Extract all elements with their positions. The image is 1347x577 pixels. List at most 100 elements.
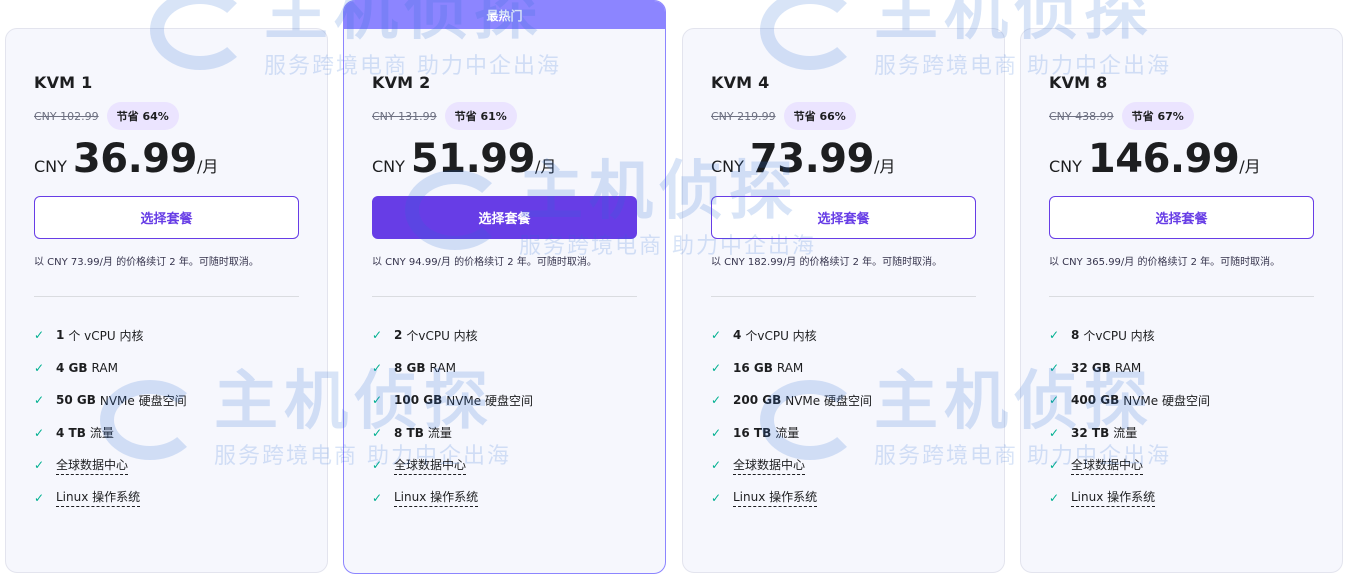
price-row: CNY 131.99 节省 61% — [372, 102, 637, 130]
feature-item: ✓ 200 GB NVMe 硬盘空间 — [711, 393, 872, 408]
check-icon: ✓ — [372, 360, 383, 375]
check-icon: ✓ — [711, 328, 722, 343]
feature-item-datacenters[interactable]: ✓ 全球数据中心 — [1049, 449, 1314, 482]
feature-item-os[interactable]: ✓ Linux 操作系统 — [372, 482, 637, 515]
check-icon: ✓ — [34, 328, 45, 343]
price-currency: CNY — [1049, 157, 1082, 176]
plan-card-body: KVM 8 CNY 438.99 节省 67% CNY 146.99 /月 选择… — [1049, 73, 1314, 514]
feature-item-os[interactable]: ✓ Linux 操作系统 — [711, 482, 976, 515]
old-price: CNY 219.99 — [711, 109, 776, 123]
check-icon: ✓ — [372, 490, 383, 505]
plan-name: KVM 4 — [711, 73, 770, 92]
check-icon: ✓ — [34, 490, 45, 505]
feature-item-datacenters[interactable]: ✓ 全球数据中心 — [372, 449, 637, 482]
check-icon: ✓ — [1049, 490, 1060, 505]
feature-list: ✓ 8 个vCPU 内核 ✓ 32 GB RAM ✓ 400 GB NVMe 硬盘空间 ✓ 3… — [1049, 319, 1314, 514]
feature-item: ✓ 2 个vCPU 内核 — [372, 328, 478, 343]
current-price: CNY 51.99 /月 — [372, 136, 637, 182]
select-plan-button[interactable]: 选择套餐 — [34, 196, 299, 239]
select-plan-button[interactable]: 选择套餐 — [1049, 196, 1314, 239]
check-icon: ✓ — [1049, 458, 1060, 473]
plan-name: KVM 1 — [34, 73, 93, 92]
check-icon: ✓ — [1049, 393, 1060, 408]
feature-list: ✓ 1 个 vCPU 内核 ✓ 4 GB RAM ✓ 50 GB NVMe 硬盘空间 ✓ 4 … — [34, 319, 299, 514]
price-period: /月 — [873, 157, 896, 176]
current-price: CNY 73.99 /月 — [711, 136, 976, 182]
price-currency: CNY — [372, 157, 405, 176]
current-price: CNY 146.99 /月 — [1049, 136, 1314, 182]
plan-card-body: KVM 2 CNY 131.99 节省 61% CNY 51.99 /月 选择套… — [372, 73, 637, 514]
check-icon: ✓ — [372, 393, 383, 408]
plan-card-body: KVM 4 CNY 219.99 节省 66% CNY 73.99 /月 选择套… — [711, 73, 976, 514]
divider — [1049, 296, 1314, 297]
discount-badge: 节省 67% — [1121, 102, 1194, 130]
feature-item-os[interactable]: ✓ Linux 操作系统 — [1049, 482, 1314, 515]
discount-badge: 节省 66% — [783, 102, 856, 130]
select-plan-button[interactable]: 选择套餐 — [372, 196, 637, 239]
divider — [34, 296, 299, 297]
check-icon: ✓ — [711, 490, 722, 505]
check-icon: ✓ — [372, 458, 383, 473]
check-icon: ✓ — [711, 458, 722, 473]
divider — [372, 296, 637, 297]
plan-card-kvm8: KVM 8 CNY 438.99 节省 67% CNY 146.99 /月 选择… — [1020, 28, 1343, 573]
renewal-note: 以 CNY 365.99/月 的价格续订 2 年。可随时取消。 — [1049, 257, 1281, 268]
plan-card-body: KVM 1 CNY 102.99 节省 64% CNY 36.99 /月 选择套… — [34, 73, 299, 514]
select-plan-button[interactable]: 选择套餐 — [711, 196, 976, 239]
feature-item: ✓ 32 TB 流量 — [1049, 425, 1138, 441]
price-row: CNY 102.99 节省 64% — [34, 102, 299, 130]
feature-list: ✓ 4 个vCPU 内核 ✓ 16 GB RAM ✓ 200 GB NVMe 硬盘空间 ✓ 1… — [711, 319, 976, 514]
plan-name: KVM 2 — [372, 73, 431, 92]
feature-item: ✓ 100 GB NVMe 硬盘空间 — [372, 393, 533, 408]
price-amount: 51.99 — [410, 136, 536, 182]
feature-item: ✓ 16 GB RAM — [711, 360, 804, 375]
feature-item-os[interactable]: ✓ Linux 操作系统 — [34, 482, 299, 515]
check-icon: ✓ — [711, 393, 722, 408]
check-icon: ✓ — [34, 393, 45, 408]
feature-item: ✓ 4 个vCPU 内核 — [711, 328, 817, 343]
discount-badge: 节省 61% — [444, 102, 517, 130]
price-currency: CNY — [34, 157, 67, 176]
feature-item: ✓ 4 GB RAM — [34, 360, 118, 375]
price-amount: 36.99 — [72, 136, 198, 182]
feature-item: ✓ 8 GB RAM — [372, 360, 456, 375]
check-icon: ✓ — [1049, 360, 1060, 375]
check-icon: ✓ — [1049, 328, 1060, 343]
feature-item: ✓ 1 个 vCPU 内核 — [34, 328, 144, 343]
feature-item: ✓ 50 GB NVMe 硬盘空间 — [34, 393, 187, 408]
check-icon: ✓ — [372, 328, 383, 343]
plan-card-kvm1: KVM 1 CNY 102.99 节省 64% CNY 36.99 /月 选择套… — [5, 28, 328, 573]
check-icon: ✓ — [372, 425, 383, 440]
feature-item: ✓ 32 GB RAM — [1049, 360, 1142, 375]
plan-card-kvm2: 最热门 KVM 2 CNY 131.99 节省 61% CNY 51.99 /月… — [343, 0, 666, 574]
price-amount: 73.99 — [749, 136, 875, 182]
feature-item: ✓ 8 个vCPU 内核 — [1049, 328, 1155, 343]
renewal-note: 以 CNY 182.99/月 的价格续订 2 年。可随时取消。 — [711, 257, 943, 268]
price-row: CNY 219.99 节省 66% — [711, 102, 976, 130]
current-price: CNY 36.99 /月 — [34, 136, 299, 182]
price-currency: CNY — [711, 157, 744, 176]
price-period: /月 — [196, 157, 219, 176]
check-icon: ✓ — [34, 425, 45, 440]
feature-item: ✓ 8 TB 流量 — [372, 425, 452, 441]
check-icon: ✓ — [711, 425, 722, 440]
feature-item: ✓ 16 TB 流量 — [711, 425, 800, 441]
price-period: /月 — [1239, 157, 1261, 176]
price-amount: 146.99 — [1087, 136, 1240, 182]
most-popular-ribbon: 最热门 — [344, 1, 665, 29]
discount-badge: 节省 64% — [106, 102, 179, 130]
check-icon: ✓ — [34, 360, 45, 375]
feature-item-datacenters[interactable]: ✓ 全球数据中心 — [711, 449, 976, 482]
old-price: CNY 102.99 — [34, 109, 99, 123]
feature-item: ✓ 400 GB NVMe 硬盘空间 — [1049, 393, 1210, 408]
renewal-note: 以 CNY 94.99/月 的价格续订 2 年。可随时取消。 — [372, 257, 597, 268]
feature-list: ✓ 2 个vCPU 内核 ✓ 8 GB RAM ✓ 100 GB NVMe 硬盘空间 ✓ 8 … — [372, 319, 637, 514]
renewal-note: 以 CNY 73.99/月 的价格续订 2 年。可随时取消。 — [34, 257, 259, 268]
price-period: /月 — [534, 157, 557, 176]
old-price: CNY 131.99 — [372, 109, 437, 123]
feature-item-datacenters[interactable]: ✓ 全球数据中心 — [34, 449, 299, 482]
plan-card-kvm4: KVM 4 CNY 219.99 节省 66% CNY 73.99 /月 选择套… — [682, 28, 1005, 573]
old-price: CNY 438.99 — [1049, 109, 1114, 123]
check-icon: ✓ — [1049, 425, 1060, 440]
check-icon: ✓ — [34, 458, 45, 473]
